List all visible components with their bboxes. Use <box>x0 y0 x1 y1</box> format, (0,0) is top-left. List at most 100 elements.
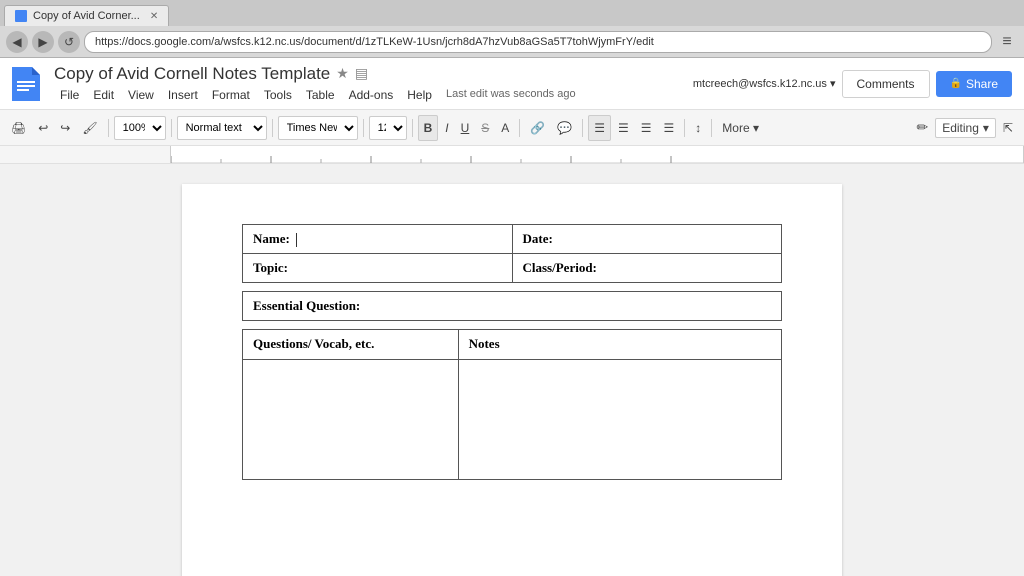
tab-close-btn[interactable]: ✕ <box>150 11 158 22</box>
paint-format-btn[interactable]: 🖌 <box>77 115 102 141</box>
zoom-select[interactable]: 100% <box>114 116 166 140</box>
menu-tools[interactable]: Tools <box>258 86 298 104</box>
tab-favicon <box>15 10 27 22</box>
docs-logo-icon <box>12 67 40 101</box>
date-cell[interactable]: Date: <box>512 225 782 254</box>
notes-header: Notes <box>469 336 500 351</box>
ruler-svg <box>171 146 1023 164</box>
topic-label: Topic: <box>253 260 288 275</box>
browser-frame: Copy of Avid Corner... ✕ ◀ ▶ ↺ ≡ Copy of… <box>0 0 1024 576</box>
docs-toolbar: 🖨 ↩ ↪ 🖌 100% Normal text Times New... 12… <box>0 110 1024 146</box>
menu-table[interactable]: Table <box>300 86 341 104</box>
docs-topbar: Copy of Avid Cornell Notes Template ★ ▤ … <box>0 58 1024 110</box>
style-select[interactable]: Normal text <box>177 116 267 140</box>
collapse-sidebar-btn[interactable]: ⇱ <box>998 115 1018 141</box>
address-input[interactable] <box>84 31 992 53</box>
separator-9 <box>711 119 712 137</box>
strikethrough-btn[interactable]: S <box>476 115 494 141</box>
menu-help[interactable]: Help <box>401 86 438 104</box>
header-row-1: Name: Date: <box>243 225 782 254</box>
nav-refresh-btn[interactable]: ↺ <box>58 31 80 53</box>
align-justify-btn[interactable]: ☰ <box>659 115 680 141</box>
align-right-btn[interactable]: ☰ <box>636 115 657 141</box>
notes-header-row: Questions/ Vocab, etc. Notes <box>243 330 782 360</box>
eq-cell[interactable]: Essential Question: <box>243 292 782 321</box>
nav-back-btn[interactable]: ◀ <box>6 31 28 53</box>
underline-btn[interactable]: U <box>456 115 475 141</box>
line-spacing-btn[interactable]: ↕ <box>690 115 706 141</box>
docs-menubar: File Edit View Insert Format Tools Table… <box>54 86 685 104</box>
tab-title: Copy of Avid Corner... <box>33 10 140 22</box>
notes-content-cell[interactable] <box>458 360 781 480</box>
menu-insert[interactable]: Insert <box>162 86 204 104</box>
ruler <box>0 146 1024 164</box>
more-btn[interactable]: More ▾ <box>717 115 764 141</box>
header-row-2: Topic: Class/Period: <box>243 254 782 283</box>
editing-label: Editing <box>942 121 979 135</box>
menu-addons[interactable]: Add-ons <box>343 86 400 104</box>
docs-logo-area <box>12 67 40 101</box>
share-label: Share <box>966 77 998 91</box>
questions-content-cell[interactable] <box>243 360 459 480</box>
separator-3 <box>272 119 273 137</box>
name-label: Name: <box>253 231 290 246</box>
doc-page: Name: Date: Topic: Class/Period: <box>182 184 842 576</box>
share-icon: 🔒 <box>950 78 962 89</box>
name-cursor <box>293 231 297 246</box>
eq-table: Essential Question: <box>242 291 782 321</box>
undo-btn[interactable]: ↩ <box>33 115 53 141</box>
folder-icon[interactable]: ▤ <box>355 65 368 82</box>
menu-file[interactable]: File <box>54 86 85 104</box>
menu-view[interactable]: View <box>122 86 160 104</box>
docs-top-right: mtcreech@wsfcs.k12.nc.us ▾ Comments 🔒 Sh… <box>693 70 1012 98</box>
italic-btn[interactable]: I <box>440 115 453 141</box>
share-btn[interactable]: 🔒 Share <box>936 71 1012 97</box>
header-table: Name: Date: Topic: Class/Period: <box>242 224 782 283</box>
class-period-label: Class/Period: <box>523 260 597 275</box>
separator-5 <box>412 119 413 137</box>
star-icon[interactable]: ★ <box>336 65 349 82</box>
questions-header: Questions/ Vocab, etc. <box>253 336 374 351</box>
doc-area: Name: Date: Topic: Class/Period: <box>0 164 1024 576</box>
editing-dropdown[interactable]: Editing ▾ <box>935 118 996 138</box>
questions-header-cell: Questions/ Vocab, etc. <box>243 330 459 360</box>
align-left-btn[interactable]: ☰ <box>588 115 611 141</box>
ruler-inner <box>170 146 1024 163</box>
separator-8 <box>684 119 685 137</box>
docs-title-row: Copy of Avid Cornell Notes Template ★ ▤ <box>54 64 685 84</box>
comments-btn[interactable]: Comments <box>842 70 930 98</box>
editing-arrow: ▾ <box>983 121 989 135</box>
notes-content-row <box>243 360 782 480</box>
separator-4 <box>363 119 364 137</box>
bold-btn[interactable]: B <box>418 115 439 141</box>
eq-label: Essential Question: <box>253 298 360 313</box>
separator-1 <box>108 119 109 137</box>
chrome-menu-btn[interactable]: ≡ <box>996 31 1018 53</box>
eq-row: Essential Question: <box>243 292 782 321</box>
topic-cell[interactable]: Topic: <box>243 254 513 283</box>
class-period-cell[interactable]: Class/Period: <box>512 254 782 283</box>
comment-btn[interactable]: 💬 <box>552 115 577 141</box>
redo-btn[interactable]: ↪ <box>55 115 75 141</box>
align-center-btn[interactable]: ☰ <box>613 115 634 141</box>
nav-forward-btn[interactable]: ▶ <box>32 31 54 53</box>
separator-2 <box>171 119 172 137</box>
address-bar-row: ◀ ▶ ↺ ≡ <box>0 26 1024 58</box>
browser-tab[interactable]: Copy of Avid Corner... ✕ <box>4 5 169 26</box>
tab-bar: Copy of Avid Corner... ✕ <box>0 0 1024 26</box>
notes-table: Questions/ Vocab, etc. Notes <box>242 329 782 480</box>
user-email[interactable]: mtcreech@wsfcs.k12.nc.us ▾ <box>693 77 836 90</box>
text-color-btn[interactable]: A <box>496 115 514 141</box>
name-cell[interactable]: Name: <box>243 225 513 254</box>
docs-title: Copy of Avid Cornell Notes Template <box>54 64 330 84</box>
link-btn[interactable]: 🔗 <box>525 115 550 141</box>
print-btn[interactable]: 🖨 <box>6 115 31 141</box>
menu-format[interactable]: Format <box>206 86 256 104</box>
size-select[interactable]: 12 <box>369 116 407 140</box>
separator-7 <box>582 119 583 137</box>
date-label: Date: <box>523 231 553 246</box>
font-select[interactable]: Times New... <box>278 116 358 140</box>
menu-edit[interactable]: Edit <box>87 86 120 104</box>
last-edit-status: Last edit was seconds ago <box>440 86 582 104</box>
pencil-btn[interactable]: ✏ <box>911 115 933 141</box>
